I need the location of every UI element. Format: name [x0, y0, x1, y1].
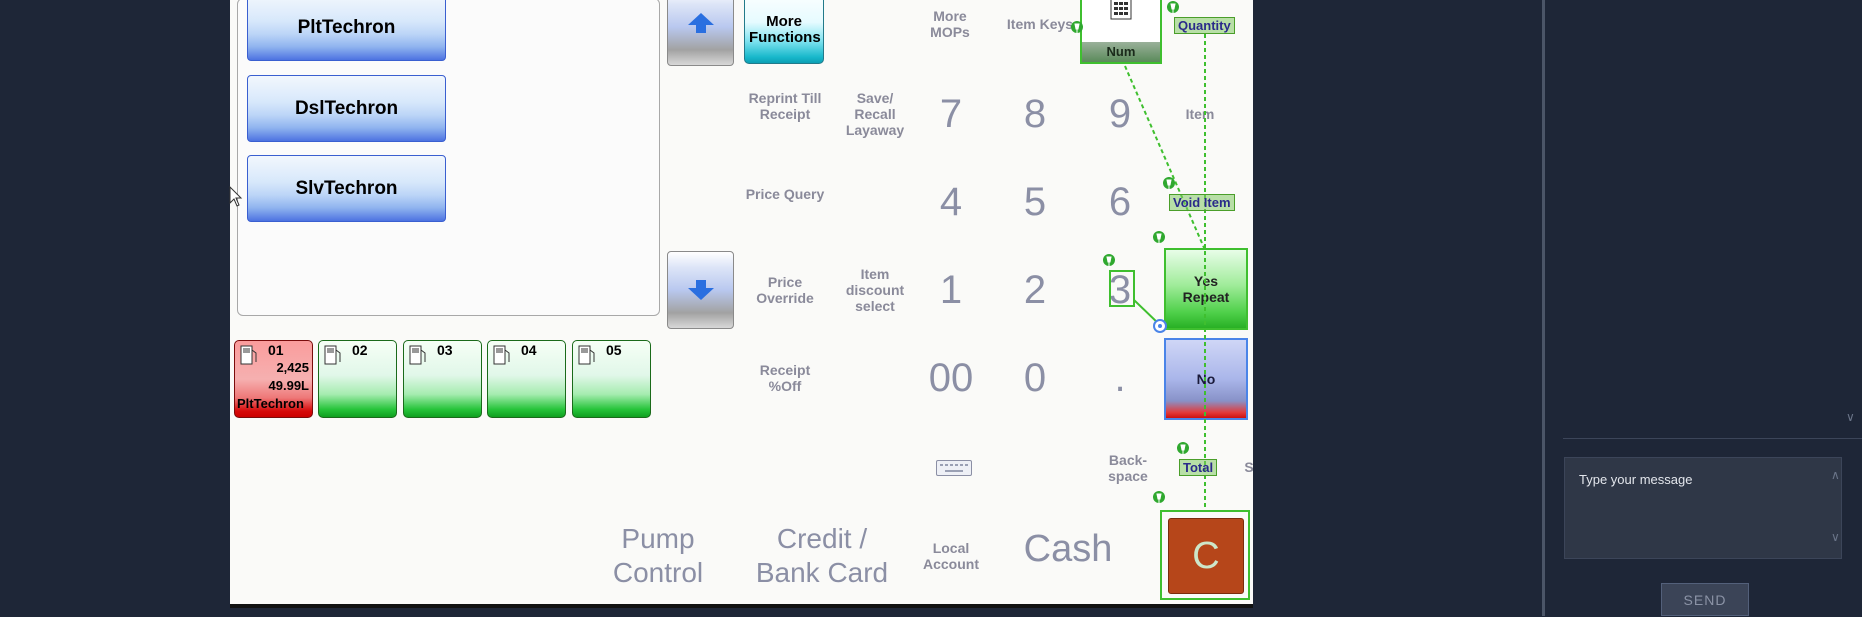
mouse-cursor-icon	[229, 186, 243, 207]
pin-icon	[1177, 442, 1189, 457]
scrollbar-arrow-top[interactable]: ∨	[1846, 410, 1855, 424]
send-button[interactable]: SEND	[1661, 583, 1749, 616]
sidebar-divider	[1542, 0, 1545, 616]
pin-icon	[1153, 491, 1165, 506]
scrollbar-arrow-down[interactable]: ∨	[1831, 530, 1840, 544]
annotation-overlay	[1109, 34, 1206, 510]
pos-window-shadow	[230, 604, 1253, 608]
pin-icon	[1163, 177, 1175, 192]
chat-message-input[interactable]: Type your message	[1564, 457, 1842, 559]
chat-placeholder: Type your message	[1579, 472, 1693, 487]
void-item-tag[interactable]: Void Item	[1169, 194, 1235, 211]
quantity-tag[interactable]: Quantity	[1174, 17, 1235, 34]
pin-icon	[1071, 21, 1083, 36]
scrollbar-arrow-up[interactable]: ∧	[1831, 468, 1840, 482]
pos-window: PltTechron DslTechron SlvTechron 01 2,42…	[230, 0, 1253, 606]
pin-icon	[1153, 231, 1165, 246]
chat-separator	[1563, 438, 1862, 439]
total-tag[interactable]: Total	[1179, 459, 1218, 476]
pin-icon	[1103, 254, 1115, 269]
pin-icon	[1167, 1, 1179, 16]
